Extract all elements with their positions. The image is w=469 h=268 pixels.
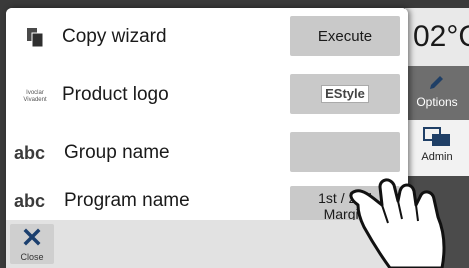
background-panel (405, 176, 469, 268)
group-name-input[interactable] (290, 132, 400, 172)
brand-logo-icon: Ivoclar Vivadent (18, 66, 52, 124)
row-product-logo: Ivoclar Vivadent Product logo EStyle (6, 66, 408, 125)
program-name-label: Program name (64, 190, 190, 211)
dialog-footer: Close (6, 220, 408, 268)
svg-text:Vivadent: Vivadent (23, 97, 47, 103)
settings-dialog: Copy wizard Execute Ivoclar Vivadent Pro… (6, 8, 408, 268)
group-name-label: Group name (64, 142, 170, 163)
temperature-value: 02°C (413, 20, 469, 53)
style-logo-chip: EStyle (321, 85, 369, 103)
temperature-readout: 02°C (405, 8, 469, 66)
pencil-icon (430, 76, 443, 89)
text-field-icon: abc (14, 142, 46, 163)
row-program-name: abc Program name 1st / 2nd Margin (6, 182, 408, 226)
row-copy-wizard: Copy wizard Execute (6, 8, 408, 67)
close-icon (23, 228, 41, 246)
text-field-icon: abc (14, 190, 46, 211)
admin-tab[interactable]: Admin (405, 120, 469, 176)
svg-text:Ivoclar: Ivoclar (26, 90, 44, 96)
admin-label: Admin (421, 151, 453, 163)
close-button[interactable]: Close (10, 224, 54, 264)
close-label: Close (20, 252, 44, 262)
copy-wizard-label: Copy wizard (62, 26, 167, 47)
copy-icon (18, 8, 52, 66)
row-group-name: abc Group name (6, 124, 408, 183)
options-tab[interactable]: Options (405, 66, 469, 120)
product-logo-label: Product logo (62, 84, 169, 105)
program-name-line1: 1st / 2nd (318, 190, 372, 206)
product-logo-button[interactable]: EStyle (290, 74, 400, 114)
execute-button[interactable]: Execute (290, 16, 400, 56)
options-label: Options (416, 95, 458, 109)
admin-screens-icon (423, 127, 450, 146)
